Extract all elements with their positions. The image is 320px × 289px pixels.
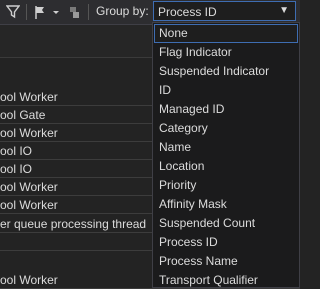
option-location[interactable]: Location: [154, 157, 298, 176]
option-managed-id[interactable]: Managed ID: [154, 100, 298, 119]
flag-icon[interactable]: [33, 4, 47, 20]
option-category[interactable]: Category: [154, 119, 298, 138]
group-by-dropdown-list[interactable]: None Flag Indicator Suspended Indicator …: [152, 22, 300, 288]
group-by-value: Process ID: [158, 5, 217, 19]
toolbar-separator: [26, 4, 27, 20]
option-suspended-indicator[interactable]: Suspended Indicator: [154, 62, 298, 81]
option-none[interactable]: None: [154, 24, 298, 43]
chevron-down-icon[interactable]: ▼: [279, 5, 289, 16]
filter-icon[interactable]: [5, 4, 21, 20]
group-by-combobox[interactable]: Process ID ▼: [153, 1, 296, 21]
option-process-id[interactable]: Process ID: [154, 233, 298, 252]
threads-icon[interactable]: [66, 4, 82, 20]
option-transport-qualifier[interactable]: Transport Qualifier: [154, 271, 298, 287]
option-affinity-mask[interactable]: Affinity Mask: [154, 195, 298, 214]
option-process-name[interactable]: Process Name: [154, 252, 298, 271]
option-suspended-count[interactable]: Suspended Count: [154, 214, 298, 233]
option-name[interactable]: Name: [154, 138, 298, 157]
option-flag-indicator[interactable]: Flag Indicator: [154, 43, 298, 62]
flag-dropdown-arrow-icon[interactable]: [52, 4, 60, 20]
option-priority[interactable]: Priority: [154, 176, 298, 195]
group-by-label: Group by:: [96, 4, 149, 18]
toolbar-separator: [88, 4, 89, 20]
option-id[interactable]: ID: [154, 81, 298, 100]
